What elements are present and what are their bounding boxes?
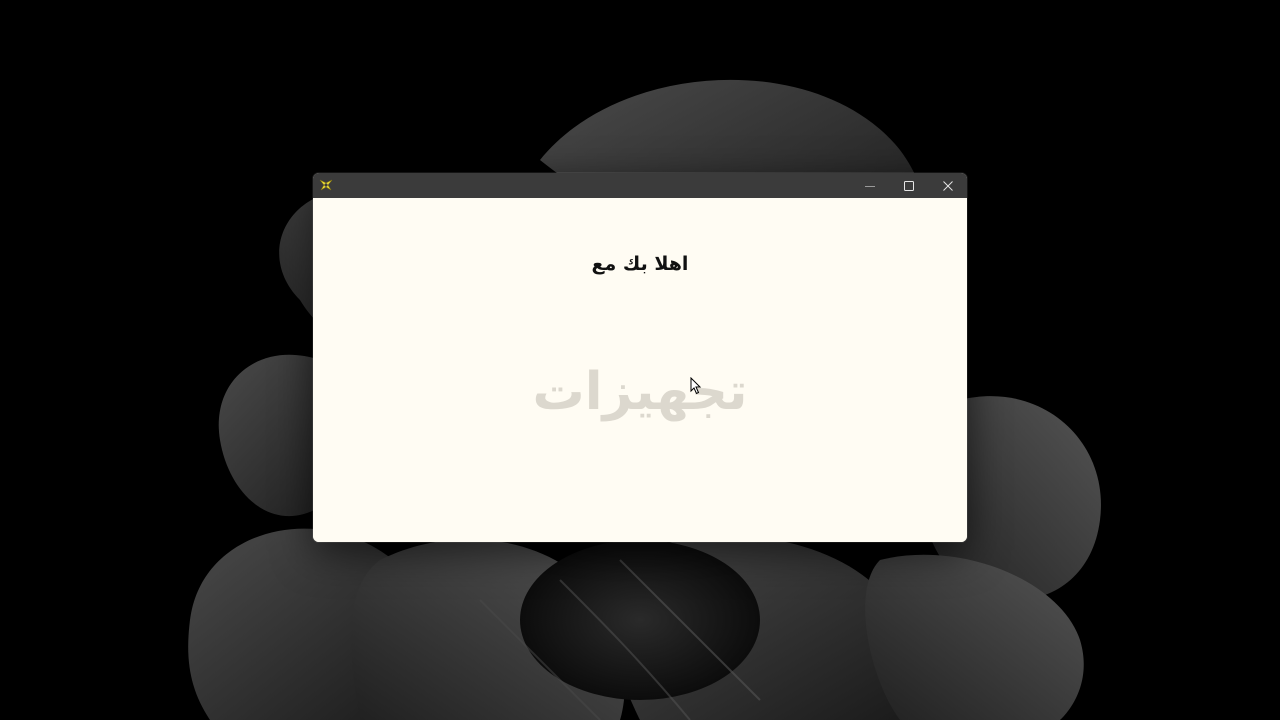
welcome-text: اهلا بك مع (591, 253, 689, 275)
close-button[interactable] (928, 173, 967, 198)
maximize-icon (903, 180, 914, 191)
maximize-button[interactable] (889, 173, 928, 198)
desktop: اهلا بك مع تجهيزات (0, 0, 1280, 720)
minimize-button[interactable] (850, 173, 889, 198)
app-window: اهلا بك مع تجهيزات (313, 173, 967, 542)
brand-title: تجهيزات (532, 362, 748, 422)
window-content: اهلا بك مع تجهيزات (313, 198, 967, 542)
title-bar[interactable] (313, 173, 967, 198)
app-icon (319, 179, 333, 191)
minimize-icon (864, 185, 875, 187)
close-icon (942, 180, 953, 191)
